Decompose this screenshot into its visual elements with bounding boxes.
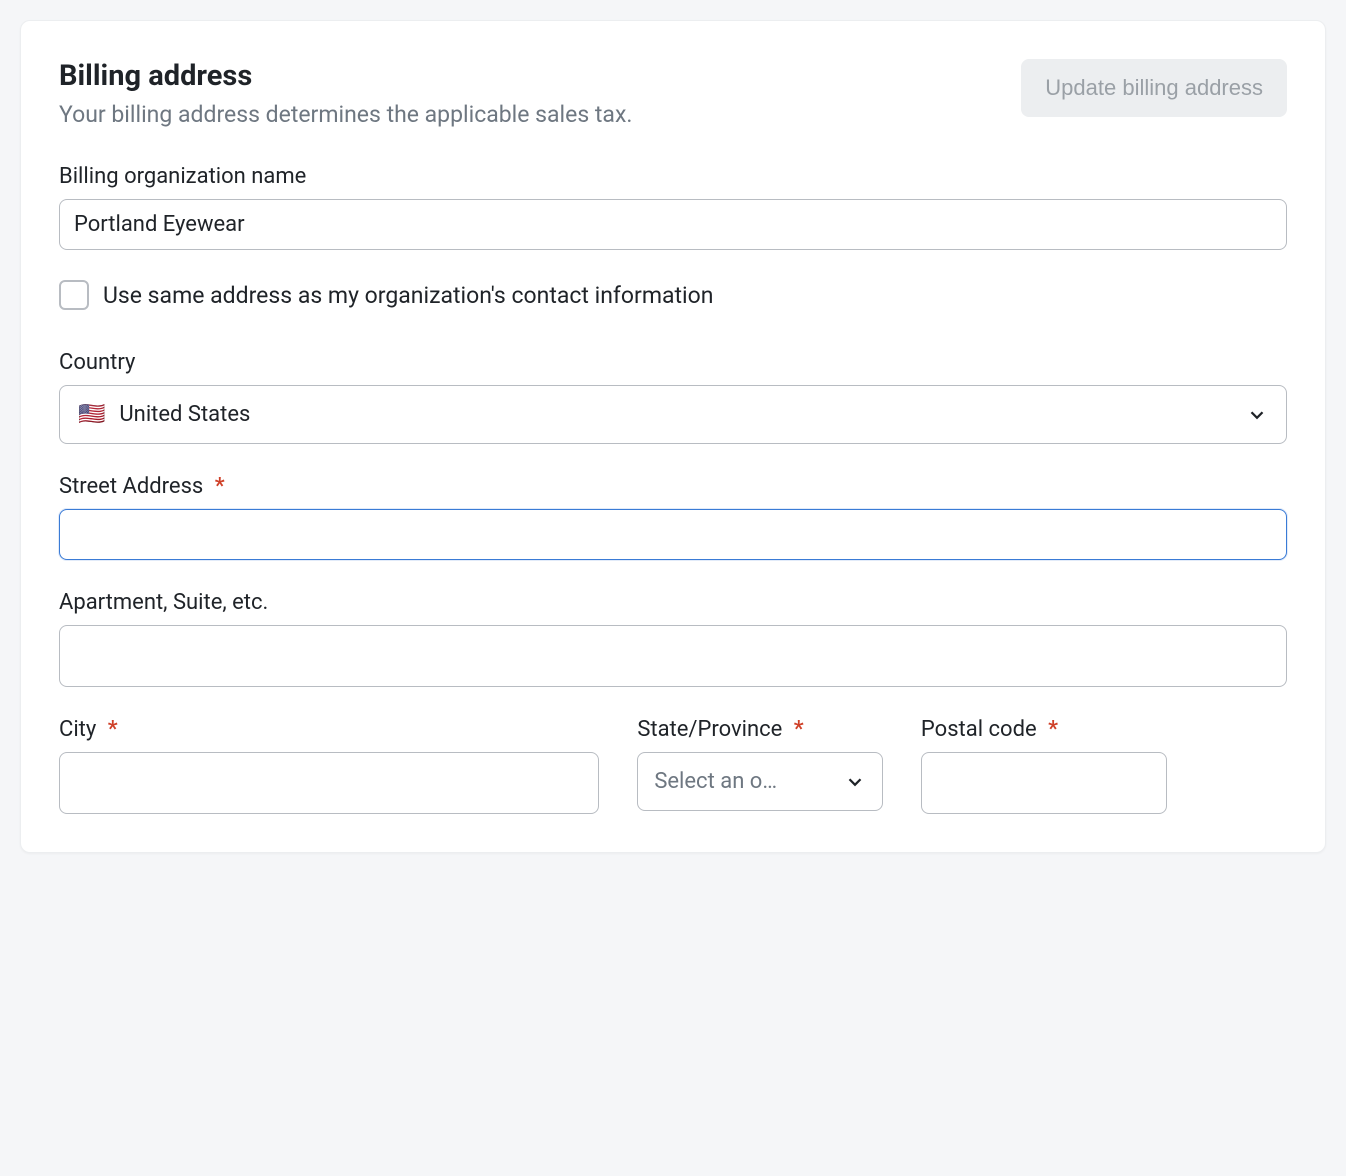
apartment-input[interactable] <box>59 625 1287 687</box>
required-asterisk: * <box>1048 717 1058 742</box>
same-address-checkbox-label: Use same address as my organization's co… <box>103 282 713 309</box>
state-field-group: State/Province * Select an o… <box>637 717 883 814</box>
country-value: United States <box>119 402 250 427</box>
same-address-checkbox[interactable] <box>59 280 89 310</box>
postal-code-input[interactable] <box>921 752 1167 814</box>
country-select[interactable]: 🇺🇸 United States <box>59 385 1287 444</box>
chevron-down-icon <box>1246 404 1268 426</box>
org-name-label: Billing organization name <box>59 164 1287 189</box>
city-label-text: City <box>59 717 96 742</box>
required-asterisk: * <box>215 474 225 499</box>
city-input[interactable] <box>59 752 599 814</box>
country-field-group: Country 🇺🇸 United States <box>59 350 1287 444</box>
postal-field-group: Postal code * <box>921 717 1167 814</box>
apartment-label: Apartment, Suite, etc. <box>59 590 1287 615</box>
country-label: Country <box>59 350 1287 375</box>
state-select-placeholder: Select an o… <box>654 769 836 794</box>
billing-address-card: Billing address Your billing address det… <box>20 20 1326 853</box>
street-label-text: Street Address <box>59 474 203 499</box>
required-asterisk: * <box>108 717 118 742</box>
same-address-checkbox-row: Use same address as my organization's co… <box>59 280 1287 310</box>
chevron-down-icon <box>844 771 866 793</box>
address-bottom-row: City * State/Province * Select an o… Pos… <box>59 717 1287 814</box>
update-billing-address-button[interactable]: Update billing address <box>1021 59 1287 117</box>
card-header: Billing address Your billing address det… <box>59 59 1287 128</box>
state-label: State/Province * <box>637 717 883 742</box>
header-text: Billing address Your billing address det… <box>59 59 1021 128</box>
city-label: City * <box>59 717 599 742</box>
postal-label: Postal code * <box>921 717 1167 742</box>
page-title: Billing address <box>59 59 1021 93</box>
required-asterisk: * <box>794 717 804 742</box>
postal-label-text: Postal code <box>921 717 1037 742</box>
state-label-text: State/Province <box>637 717 782 742</box>
city-field-group: City * <box>59 717 599 814</box>
page-subtitle: Your billing address determines the appl… <box>59 101 1021 128</box>
apartment-field-group: Apartment, Suite, etc. <box>59 590 1287 687</box>
street-field-group: Street Address * <box>59 474 1287 560</box>
state-select[interactable]: Select an o… <box>637 752 883 811</box>
country-flag-icon: 🇺🇸 <box>78 404 105 426</box>
street-address-input[interactable] <box>59 509 1287 560</box>
org-name-field-group: Billing organization name <box>59 164 1287 250</box>
org-name-input[interactable] <box>59 199 1287 250</box>
country-select-content: 🇺🇸 United States <box>78 402 250 427</box>
street-label: Street Address * <box>59 474 1287 499</box>
